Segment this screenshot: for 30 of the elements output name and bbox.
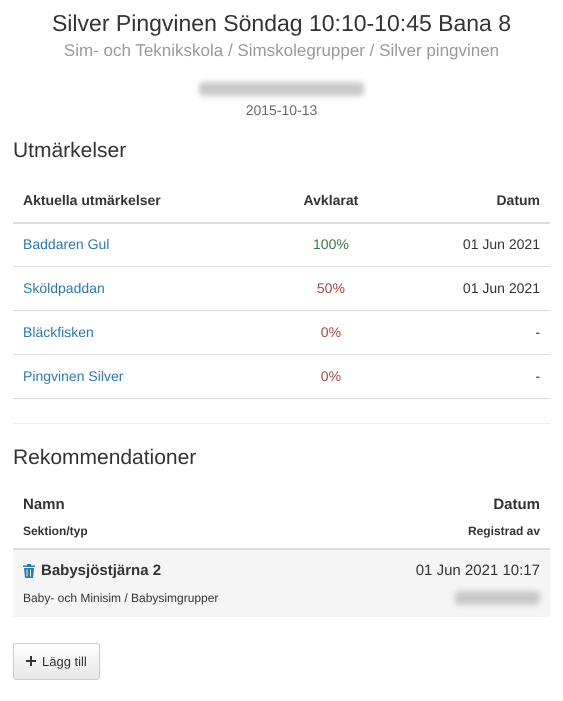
page-title: Silver Pingvinen Söndag 10:10-10:45 Bana 8 bbox=[52, 9, 512, 38]
award-date: - bbox=[535, 368, 540, 384]
progress-value: 100% bbox=[313, 236, 349, 252]
section-heading: Utmärkelser bbox=[13, 138, 128, 164]
progress-value: 50% bbox=[316, 280, 345, 296]
column-header: Namn bbox=[23, 494, 66, 514]
trash-icon[interactable] bbox=[23, 564, 35, 578]
progress-value: 0% bbox=[320, 368, 342, 384]
column-subheader: Sektion/typ bbox=[23, 523, 89, 540]
add-button[interactable]: Lägg till bbox=[13, 642, 100, 680]
recommendation-section: Baby- och Minisim / Babysimgrupper bbox=[23, 588, 325, 606]
award-link[interactable]: Sköldpaddan bbox=[23, 280, 105, 296]
column-header: Avklarat bbox=[270, 178, 392, 222]
birth-date: 2015-10-13 bbox=[246, 101, 318, 120]
breadcrumb: Sim- och Teknikskola / Simskolegrupper / Silver pingvinen bbox=[64, 40, 500, 62]
award-date: 01 Jun 2021 bbox=[462, 280, 540, 296]
column-subheader: Registrad av bbox=[466, 523, 540, 540]
column-header: Aktuella utmärkelser bbox=[13, 178, 270, 222]
recommendation-date: 01 Jun 2021 10:17 bbox=[414, 561, 540, 581]
progress-value: 0% bbox=[320, 324, 342, 340]
plus-icon bbox=[26, 656, 36, 666]
recommendation-name: Babysjöstjärna 2 bbox=[41, 561, 162, 581]
award-date: 01 Jun 2021 bbox=[462, 236, 540, 252]
award-link[interactable]: Pingvinen Silver bbox=[23, 368, 124, 384]
award-link[interactable]: Bläckfisken bbox=[23, 324, 94, 340]
column-header: Datum bbox=[492, 494, 540, 514]
column-header: Datum bbox=[392, 178, 550, 222]
section-heading: Rekommendationer bbox=[13, 445, 198, 471]
award-date: - bbox=[535, 324, 540, 340]
award-link[interactable]: Baddaren Gul bbox=[23, 236, 110, 252]
